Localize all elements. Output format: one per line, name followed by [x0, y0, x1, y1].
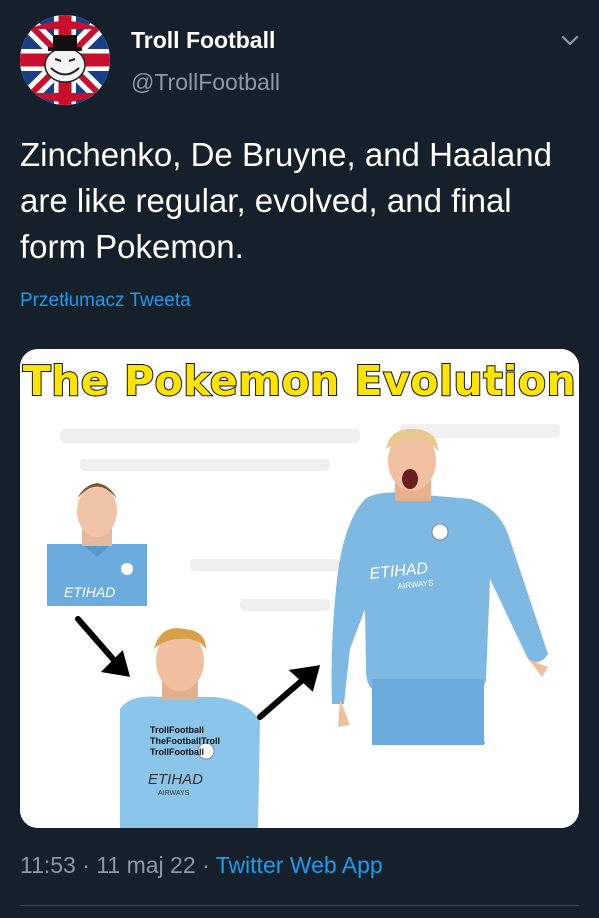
tweet-date[interactable]: 11 maj 22	[96, 852, 195, 878]
media-title: The Pokemon Evolution	[22, 356, 577, 406]
divider	[20, 905, 579, 906]
author-handle[interactable]: @TrollFootball	[131, 69, 280, 96]
watermark-line-3: TrollFootball	[150, 747, 204, 757]
tweet-meta: 11:53 · 11 maj 22 · Twitter Web App	[20, 852, 383, 879]
pokemon-evolution-illustration: ETIHAD ETIHAD AIRWAYS ETIHAD AIRWAYS	[20, 349, 579, 828]
svg-text:AIRWAYS: AIRWAYS	[158, 790, 190, 797]
watermark-line-2: TheFootballTroll	[150, 736, 220, 746]
svg-text:ETIHAD: ETIHAD	[64, 584, 115, 600]
union-jack-troll-logo	[20, 15, 110, 105]
avatar[interactable]	[20, 15, 110, 105]
chevron-down-icon	[561, 35, 579, 46]
tweet-media-image[interactable]: ETIHAD ETIHAD AIRWAYS ETIHAD AIRWAYS The…	[20, 349, 579, 828]
tweet-time[interactable]: 11:53	[20, 852, 76, 878]
more-options-button[interactable]	[556, 26, 584, 54]
meta-separator: ·	[82, 852, 90, 878]
svg-text:ETIHAD: ETIHAD	[148, 771, 203, 788]
watermark-line-1: TrollFootball	[150, 725, 204, 735]
source-app-link[interactable]: Twitter Web App	[216, 852, 383, 878]
meta-separator: ·	[202, 852, 210, 878]
tweet-text: Zinchenko, De Bruyne, and Haaland are li…	[20, 136, 552, 265]
translate-tweet-link[interactable]: Przetłumacz Tweeta	[20, 290, 191, 312]
author-name[interactable]: Troll Football	[131, 27, 275, 54]
